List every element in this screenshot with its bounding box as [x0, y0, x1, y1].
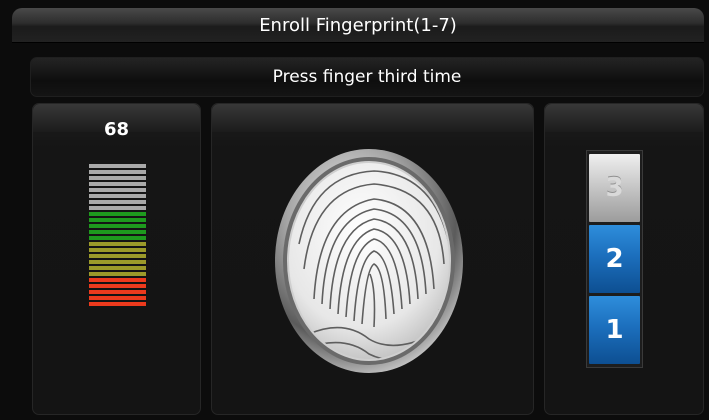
- quality-level-bar: [89, 236, 146, 240]
- quality-level-bar: [89, 260, 146, 264]
- step-1-indicator: 1: [589, 296, 640, 364]
- window-title-bar: Enroll Fingerprint(1-7): [12, 8, 704, 42]
- quality-level-bar: [89, 296, 146, 300]
- step-3-indicator: 3: [589, 154, 640, 222]
- quality-level-bar: [89, 290, 146, 294]
- status-bar: Press finger third time: [30, 57, 704, 97]
- quality-level-bar: [89, 248, 146, 252]
- fingerprint-panel-header: [212, 104, 533, 132]
- quality-level-bar: [89, 284, 146, 288]
- enroll-steps-panel: 3 2 1: [544, 103, 704, 415]
- quality-level-bar: [89, 230, 146, 234]
- quality-level-bar: [89, 218, 146, 222]
- quality-level-bar: [89, 266, 146, 270]
- quality-level-bar: [89, 206, 146, 210]
- quality-level-bar: [89, 254, 146, 258]
- fingerprint-panel: [211, 103, 534, 415]
- quality-level-bar: [89, 170, 146, 174]
- quality-score: 68: [103, 119, 130, 140]
- quality-level-meter: [89, 164, 146, 306]
- quality-level-bar: [89, 176, 146, 180]
- steps-panel-header: [545, 104, 703, 132]
- quality-panel: 68: [32, 103, 201, 415]
- enroll-step-indicator: 3 2 1: [586, 150, 643, 368]
- quality-level-bar: [89, 182, 146, 186]
- quality-level-bar: [89, 188, 146, 192]
- quality-level-bar: [89, 272, 146, 276]
- quality-level-bar: [89, 164, 146, 168]
- quality-level-bar: [89, 224, 146, 228]
- quality-level-bar: [89, 242, 146, 246]
- status-message: Press finger third time: [272, 67, 462, 87]
- step-2-indicator: 2: [589, 225, 640, 293]
- fingerprint-icon: [274, 149, 464, 374]
- quality-level-bar: [89, 278, 146, 282]
- quality-level-bar: [89, 302, 146, 306]
- quality-level-bar: [89, 212, 146, 216]
- window-title: Enroll Fingerprint(1-7): [259, 14, 457, 36]
- quality-level-bar: [89, 194, 146, 198]
- quality-level-bar: [89, 200, 146, 204]
